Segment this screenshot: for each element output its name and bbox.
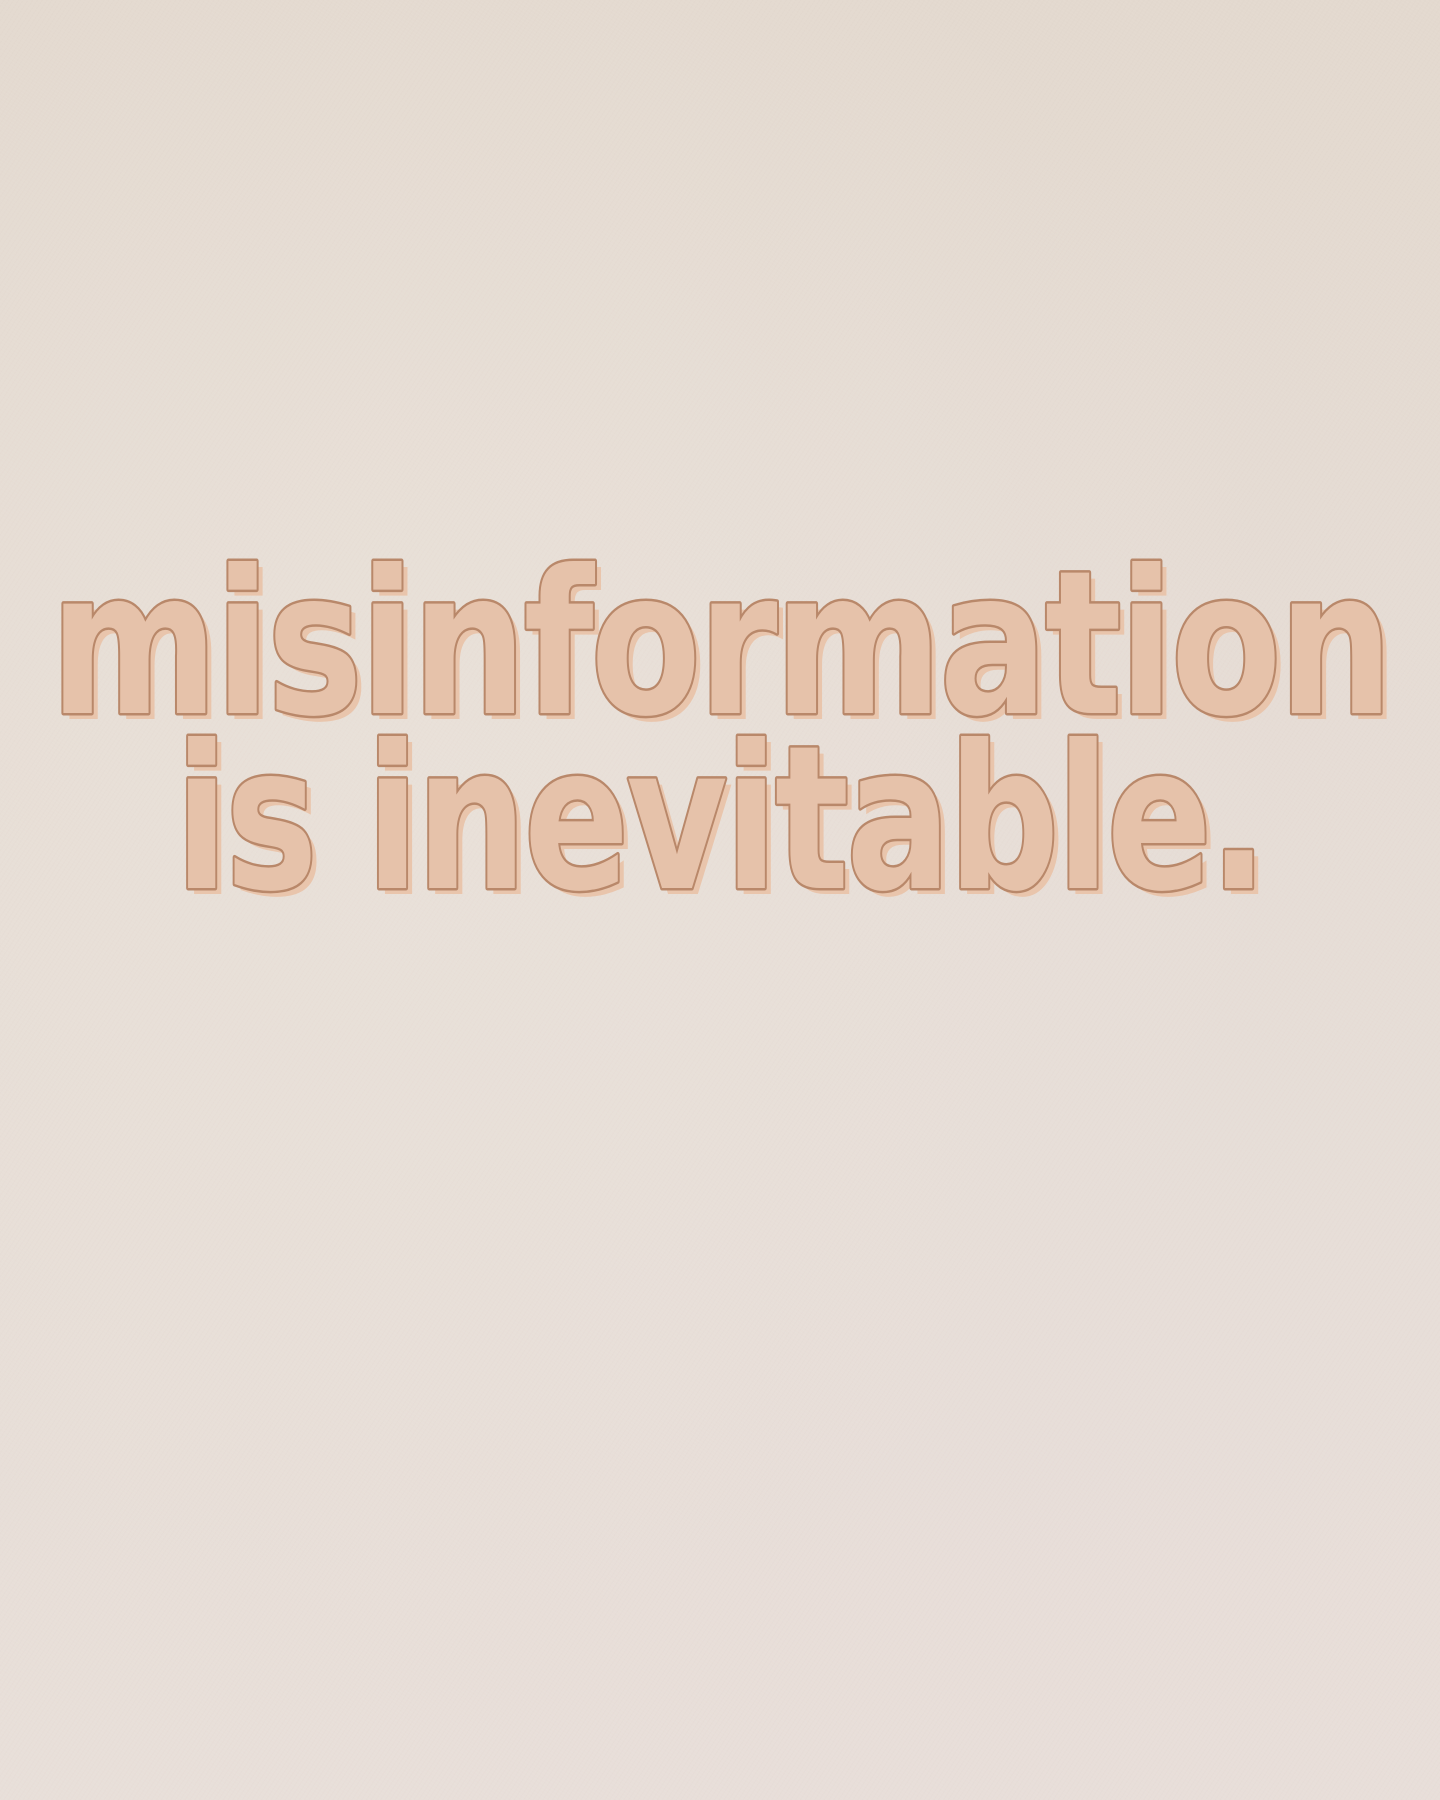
headline-line2: is inevitable. <box>175 703 1265 936</box>
headline-graphic: misinformation is inevitable. misinforma… <box>48 526 1401 943</box>
background-canvas: misinformation is inevitable. misinforma… <box>0 0 1440 1800</box>
